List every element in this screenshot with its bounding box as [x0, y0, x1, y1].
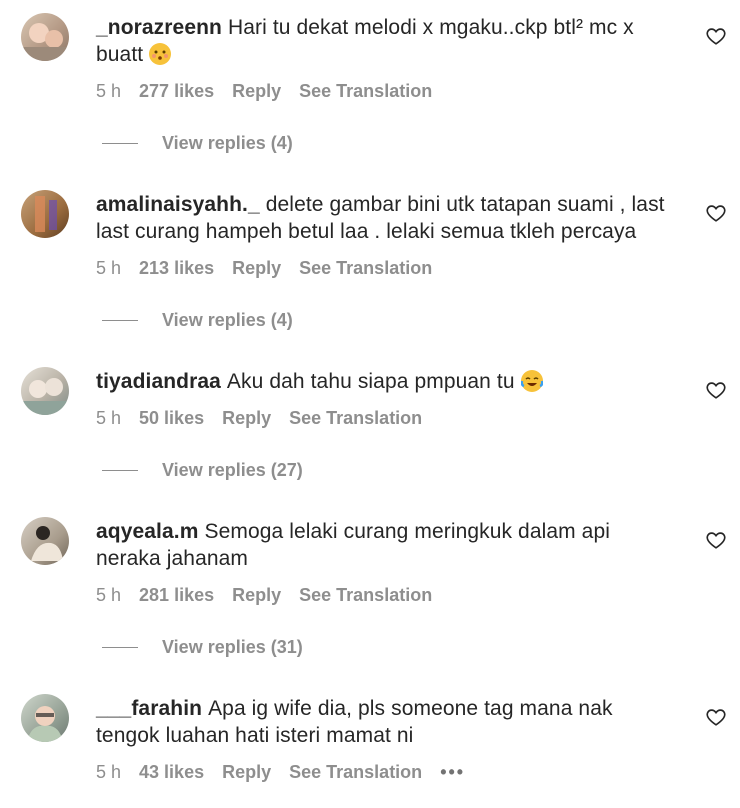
divider: [102, 320, 138, 321]
avatar[interactable]: [21, 190, 69, 238]
avatar-photo: [21, 23, 69, 61]
blushing-kiss-emoji: [149, 43, 172, 65]
comment-meta: 5 h 50 likes Reply See Translation: [96, 408, 440, 429]
avatar[interactable]: [21, 694, 69, 742]
comment-text: ___farahin Apa ig wife dia, pls someone t…: [96, 695, 676, 749]
view-replies-button[interactable]: View replies (4): [102, 310, 293, 331]
view-replies-button[interactable]: View replies (27): [102, 460, 303, 481]
reply-button[interactable]: Reply: [232, 585, 281, 606]
comment-meta: 5 h 277 likes Reply See Translation: [96, 81, 450, 102]
divider: [102, 143, 138, 144]
heart-icon[interactable]: [705, 202, 727, 224]
likes-count[interactable]: 43 likes: [139, 762, 204, 783]
view-replies-label[interactable]: View replies (27): [162, 460, 303, 481]
avatar-photo: [21, 378, 69, 415]
view-replies-label[interactable]: View replies (4): [162, 133, 293, 154]
see-translation-button[interactable]: See Translation: [289, 762, 422, 783]
timestamp: 5 h: [96, 585, 122, 605]
heart-icon[interactable]: [705, 706, 727, 728]
view-replies-button[interactable]: View replies (31): [102, 637, 303, 658]
reply-button[interactable]: Reply: [232, 81, 281, 102]
username-link[interactable]: _norazreenn: [96, 16, 222, 39]
avatar[interactable]: [21, 517, 69, 565]
likes-count[interactable]: 213 likes: [139, 258, 214, 279]
comment-text: tiyadiandraa Aku dah tahu siapa pmpuan tu: [96, 368, 676, 395]
avatar[interactable]: [21, 13, 69, 61]
heart-icon[interactable]: [705, 25, 727, 47]
likes-count[interactable]: 281 likes: [139, 585, 214, 606]
comment-body: Aku dah tahu siapa pmpuan tu: [226, 370, 515, 393]
comment-meta: 5 h 43 likes Reply See Translation •••: [96, 762, 483, 783]
avatar-photo: [31, 526, 63, 561]
divider: [102, 470, 138, 471]
more-options-icon[interactable]: •••: [440, 762, 465, 783]
view-replies-label[interactable]: View replies (4): [162, 310, 293, 331]
comment-text: aqyeala.m Semoga lelaki curang meringkuk …: [96, 518, 676, 572]
username-link[interactable]: amalinaisyahh._: [96, 193, 260, 216]
timestamp: 5 h: [96, 81, 122, 101]
username-link[interactable]: ___farahin: [96, 697, 202, 720]
heart-icon[interactable]: [705, 529, 727, 551]
reply-button[interactable]: Reply: [222, 408, 271, 429]
reply-button[interactable]: Reply: [222, 762, 271, 783]
view-replies-label[interactable]: View replies (31): [162, 637, 303, 658]
heart-icon[interactable]: [705, 379, 727, 401]
divider: [102, 647, 138, 648]
timestamp: 5 h: [96, 258, 122, 278]
username-link[interactable]: tiyadiandraa: [96, 370, 221, 393]
see-translation-button[interactable]: See Translation: [299, 585, 432, 606]
username-link[interactable]: aqyeala.m: [96, 520, 198, 543]
likes-count[interactable]: 50 likes: [139, 408, 204, 429]
avatar[interactable]: [21, 367, 69, 415]
view-replies-button[interactable]: View replies (4): [102, 133, 293, 154]
tears-of-joy-emoji: [520, 370, 544, 392]
see-translation-button[interactable]: See Translation: [299, 81, 432, 102]
likes-count[interactable]: 277 likes: [139, 81, 214, 102]
comment-text: _norazreenn Hari tu dekat melodi x mgaku.…: [96, 14, 676, 68]
reply-button[interactable]: Reply: [232, 258, 281, 279]
comment-meta: 5 h 281 likes Reply See Translation: [96, 585, 450, 606]
see-translation-button[interactable]: See Translation: [289, 408, 422, 429]
avatar-photo: [35, 196, 57, 232]
comment-meta: 5 h 213 likes Reply See Translation: [96, 258, 450, 279]
see-translation-button[interactable]: See Translation: [299, 258, 432, 279]
comment-text: amalinaisyahh._ delete gambar bini utk ta…: [96, 191, 676, 245]
avatar-photo: [27, 706, 63, 742]
timestamp: 5 h: [96, 408, 122, 428]
timestamp: 5 h: [96, 762, 122, 782]
